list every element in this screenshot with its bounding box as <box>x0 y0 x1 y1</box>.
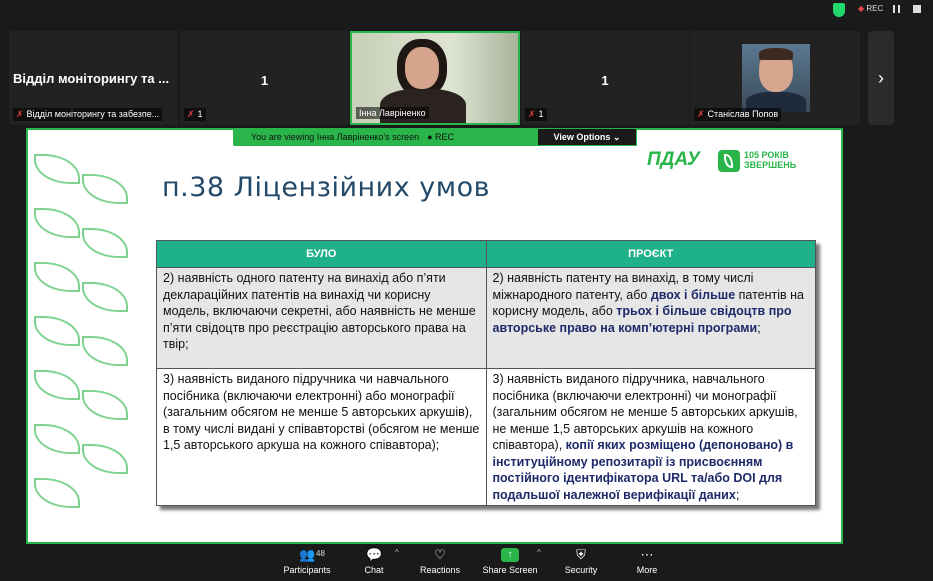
muted-mic-icon: ✗ <box>187 109 195 119</box>
tile-title: Відділ моніторингу та ... <box>13 71 170 86</box>
participant-avatar <box>742 44 810 112</box>
leaf-decoration <box>34 424 80 454</box>
share-screen-button[interactable]: ↑ Share Screen <box>480 548 540 575</box>
share-options-caret-icon[interactable]: ^ <box>537 548 541 557</box>
comparison-table: БУЛО ПРОЄКТ 2) наявність одного патенту … <box>156 240 816 506</box>
tile-number: 1 <box>601 73 609 88</box>
recording-indicator: ◆ REC <box>858 4 884 13</box>
chat-icon: 💬 <box>366 547 383 562</box>
chat-options-caret-icon[interactable]: ^ <box>395 548 399 557</box>
stop-recording-icon[interactable] <box>913 5 921 13</box>
shield-icon: ⛨ <box>576 547 586 562</box>
more-button[interactable]: ⋯ More <box>617 547 677 576</box>
participant-name-label: ✗ 1 <box>184 108 206 121</box>
table-row: 2) наявність одного патенту на винахід а… <box>156 267 816 369</box>
column-header-before: БУЛО <box>156 240 487 268</box>
speaker-face <box>405 47 439 89</box>
leaf-decoration <box>34 478 80 508</box>
screen-share-banner: You are viewing Інна Лавріненко's screen… <box>233 128 537 146</box>
table-header-row: БУЛО ПРОЄКТ <box>156 240 816 268</box>
video-tile-stanislav[interactable]: ✗ Станіслав Попов <box>690 31 860 125</box>
banner-rec-indicator: ● REC <box>427 132 455 142</box>
video-tile-participant-1[interactable]: 1 ✗ 1 <box>180 31 349 125</box>
view-options-button[interactable]: View Options ⌄ <box>537 128 637 146</box>
leaf-decoration <box>82 336 128 366</box>
muted-mic-icon: ✗ <box>528 109 536 119</box>
video-tile-department[interactable]: Відділ моніторингу та ... ✗ Відділ моніто… <box>9 31 178 125</box>
table-row: 3) наявність виданого підручника чи навч… <box>156 368 816 506</box>
column-header-project: ПРОЄКТ <box>485 240 816 268</box>
video-tile-participant-2[interactable]: 1 ✗ 1 <box>521 31 689 125</box>
next-page-chevron-icon[interactable]: › <box>868 31 894 125</box>
shared-screen: п.38 Ліцензійних умов ПДАУ 105 РОКІВ ЗВЕР… <box>26 128 843 544</box>
screen-share-text: You are viewing Інна Лавріненко's screen <box>251 132 420 142</box>
leaf-decoration <box>34 154 80 184</box>
participant-name-label: ✗ 1 <box>525 108 547 121</box>
leaf-decoration <box>82 174 128 204</box>
leaf-decoration <box>82 282 128 312</box>
table-cell: 3) наявність виданого підручника, навчал… <box>485 368 816 506</box>
participant-name-label: Інна Лавріненко <box>356 107 429 119</box>
leaf-decoration <box>82 228 128 258</box>
video-tile-active-speaker[interactable]: Інна Лавріненко <box>350 31 520 125</box>
reactions-button[interactable]: ♡ Reactions <box>410 547 470 576</box>
table-cell: 2) наявність патенту на винахід, в тому … <box>485 267 816 369</box>
university-logo: ПДАУ <box>647 149 700 170</box>
muted-mic-icon: ✗ <box>16 109 24 119</box>
leaf-decoration <box>34 370 80 400</box>
slide-title: п.38 Ліцензійних умов <box>162 172 491 203</box>
participants-icon: 👥 <box>299 547 316 562</box>
muted-mic-icon: ✗ <box>697 109 705 119</box>
participant-name-label: ✗ Відділ моніторингу та забезпе... <box>13 108 163 121</box>
security-button[interactable]: ⛨ Security <box>551 547 611 576</box>
share-screen-icon: ↑ <box>501 548 519 562</box>
pause-recording-icon[interactable] <box>893 5 901 13</box>
logo-subtitle: 105 РОКІВ ЗВЕРШЕНЬ <box>744 150 797 170</box>
participant-name-label: ✗ Станіслав Попов <box>694 108 782 121</box>
table-cell: 3) наявність виданого підручника чи навч… <box>156 368 487 506</box>
leaf-decoration <box>82 444 128 474</box>
heart-icon: ♡ <box>434 547 446 562</box>
leaf-decoration <box>82 390 128 420</box>
top-bar <box>0 0 933 30</box>
leaf-decoration <box>34 208 80 238</box>
leaf-logo-icon <box>718 150 740 172</box>
participants-button[interactable]: 👥 Participants <box>277 547 337 576</box>
leaf-decoration <box>34 316 80 346</box>
encryption-shield-icon[interactable] <box>833 3 845 17</box>
recording-label: REC <box>866 4 884 13</box>
table-cell: 2) наявність одного патенту на винахід а… <box>156 267 487 369</box>
more-dots-icon: ⋯ <box>640 547 654 562</box>
participants-count: 48 <box>316 549 325 558</box>
tile-number: 1 <box>260 73 269 88</box>
leaf-decoration <box>34 262 80 292</box>
